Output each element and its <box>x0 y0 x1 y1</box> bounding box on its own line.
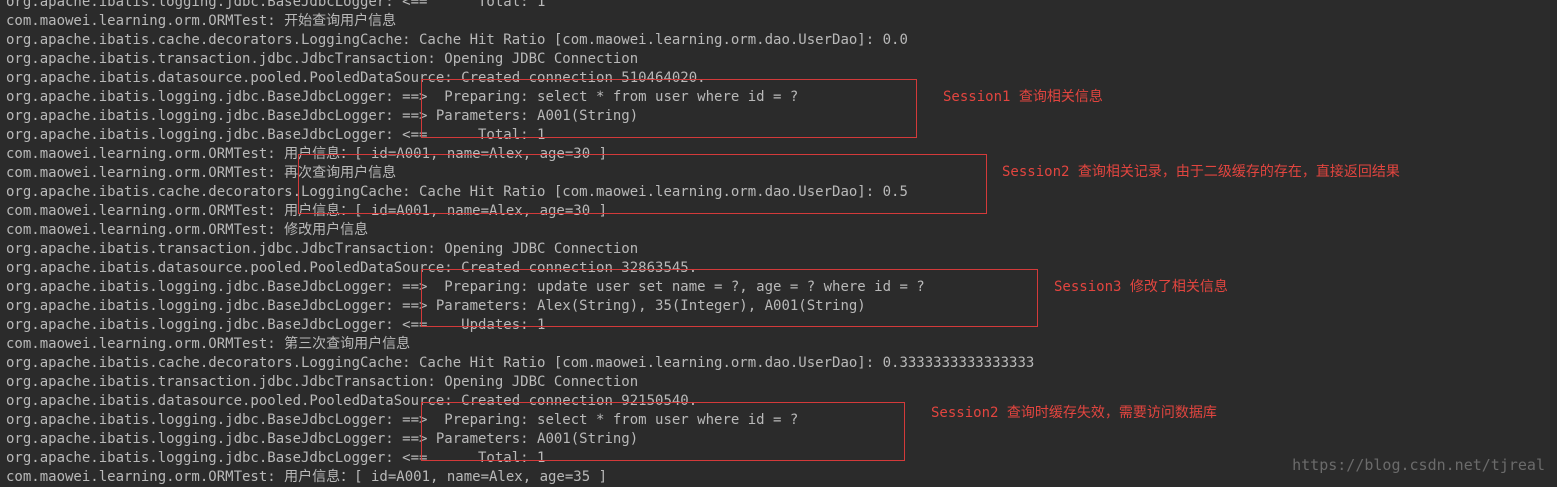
session2-miss-annotation: Session2 查询时缓存失效，需要访问数据库 <box>931 405 1217 421</box>
log-line: com.maowei.learning.orm.ORMTest: 第三次查询用户… <box>6 336 411 352</box>
log-line: com.maowei.learning.orm.ORMTest: 用户信息：[ … <box>6 203 608 219</box>
log-line: com.maowei.learning.orm.ORMTest: 修改用户信息 <box>6 222 369 238</box>
log-line: org.apache.ibatis.datasource.pooled.Pool… <box>6 260 698 276</box>
log-line: org.apache.ibatis.logging.jdbc.BaseJdbcL… <box>6 0 546 10</box>
log-line: org.apache.ibatis.logging.jdbc.BaseJdbcL… <box>6 279 925 295</box>
log-line: org.apache.ibatis.logging.jdbc.BaseJdbcL… <box>6 317 546 333</box>
log-line: org.apache.ibatis.datasource.pooled.Pool… <box>6 70 706 86</box>
log-line: org.apache.ibatis.cache.decorators.Loggi… <box>6 184 908 200</box>
log-line: org.apache.ibatis.logging.jdbc.BaseJdbcL… <box>6 412 799 428</box>
log-line: org.apache.ibatis.transaction.jdbc.JdbcT… <box>6 51 639 67</box>
session1-annotation: Session1 查询相关信息 <box>943 89 1103 105</box>
log-line: org.apache.ibatis.cache.decorators.Loggi… <box>6 355 1035 371</box>
console-output: org.apache.ibatis.logging.jdbc.BaseJdbcL… <box>6 0 1546 487</box>
watermark: https://blog.csdn.net/tjreal <box>1292 456 1545 474</box>
log-line: org.apache.ibatis.logging.jdbc.BaseJdbcL… <box>6 431 639 447</box>
log-line: org.apache.ibatis.logging.jdbc.BaseJdbcL… <box>6 127 546 143</box>
log-line: org.apache.ibatis.logging.jdbc.BaseJdbcL… <box>6 89 799 105</box>
log-line: org.apache.ibatis.cache.decorators.Loggi… <box>6 32 908 48</box>
log-line: org.apache.ibatis.transaction.jdbc.JdbcT… <box>6 374 639 390</box>
log-line: com.maowei.learning.orm.ORMTest: 开始查询用户信… <box>6 13 397 29</box>
log-line: org.apache.ibatis.datasource.pooled.Pool… <box>6 393 698 409</box>
log-line: com.maowei.learning.orm.ORMTest: 用户信息：[ … <box>6 146 608 162</box>
log-line: org.apache.ibatis.logging.jdbc.BaseJdbcL… <box>6 298 866 314</box>
session2-hit-annotation: Session2 查询相关记录，由于二级缓存的存在，直接返回结果 <box>1002 164 1400 180</box>
log-line: org.apache.ibatis.transaction.jdbc.JdbcT… <box>6 241 639 257</box>
log-line: org.apache.ibatis.logging.jdbc.BaseJdbcL… <box>6 108 639 124</box>
session3-annotation: Session3 修改了相关信息 <box>1054 279 1228 295</box>
